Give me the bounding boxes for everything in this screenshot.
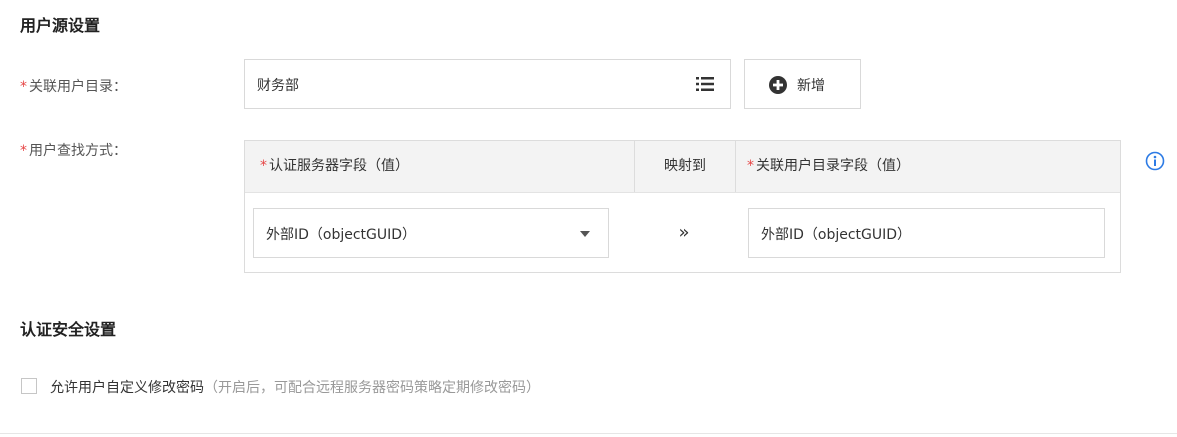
- section-title-auth-security: 认证安全设置: [20, 320, 117, 339]
- add-button-label: 新增: [797, 78, 825, 94]
- field-mapping-table: * 认证服务器字段（值） 映射到 * 关联用户目录字段（值） 外部ID（object…: [244, 140, 1121, 273]
- header-directory-field-text: 关联用户目录字段（值）: [756, 158, 910, 174]
- allow-custom-password-label[interactable]: 允许用户自定义修改密码（开启后，可配合远程服务器密码策略定期修改密码）: [50, 377, 540, 397]
- directory-label: * 关联用户目录：: [20, 76, 127, 96]
- required-mark: *: [260, 158, 267, 174]
- required-mark: *: [747, 158, 754, 174]
- list-icon[interactable]: [696, 76, 714, 92]
- allow-custom-password-checkbox[interactable]: [21, 378, 37, 394]
- allow-custom-password-hint: （开启后，可配合远程服务器密码策略定期修改密码）: [204, 380, 540, 396]
- info-circle-icon[interactable]: [1145, 151, 1165, 171]
- mapping-table-header: * 认证服务器字段（值） 映射到 * 关联用户目录字段（值）: [245, 141, 1120, 193]
- add-directory-button[interactable]: 新增: [744, 59, 861, 109]
- required-mark: *: [20, 143, 27, 159]
- auth-field-value: 外部ID（objectGUID）: [266, 227, 417, 243]
- required-mark: *: [20, 79, 27, 95]
- map-arrow-icon: »: [678, 222, 690, 243]
- header-directory-field: * 关联用户目录字段（值）: [747, 141, 910, 192]
- user-directory-input[interactable]: 财务部: [244, 59, 731, 109]
- header-auth-field: * 认证服务器字段（值）: [260, 141, 409, 192]
- user-directory-value: 财务部: [257, 78, 299, 94]
- lookup-label: * 用户查找方式：: [20, 140, 127, 160]
- directory-field-value: 外部ID（objectGUID）: [761, 227, 912, 243]
- header-map-to: 映射到: [634, 141, 736, 192]
- divider: [0, 433, 1177, 434]
- auth-field-select[interactable]: 外部ID（objectGUID）: [253, 208, 609, 258]
- plus-circle-icon: [769, 76, 787, 94]
- directory-field-input[interactable]: 外部ID（objectGUID）: [748, 208, 1105, 258]
- section-title-user-source: 用户源设置: [20, 16, 101, 35]
- lookup-label-text: 用户查找方式：: [29, 143, 127, 159]
- allow-custom-password-text: 允许用户自定义修改密码: [50, 380, 204, 396]
- header-auth-field-text: 认证服务器字段（值）: [269, 158, 409, 174]
- caret-down-icon: [580, 231, 590, 237]
- directory-label-text: 关联用户目录：: [29, 79, 127, 95]
